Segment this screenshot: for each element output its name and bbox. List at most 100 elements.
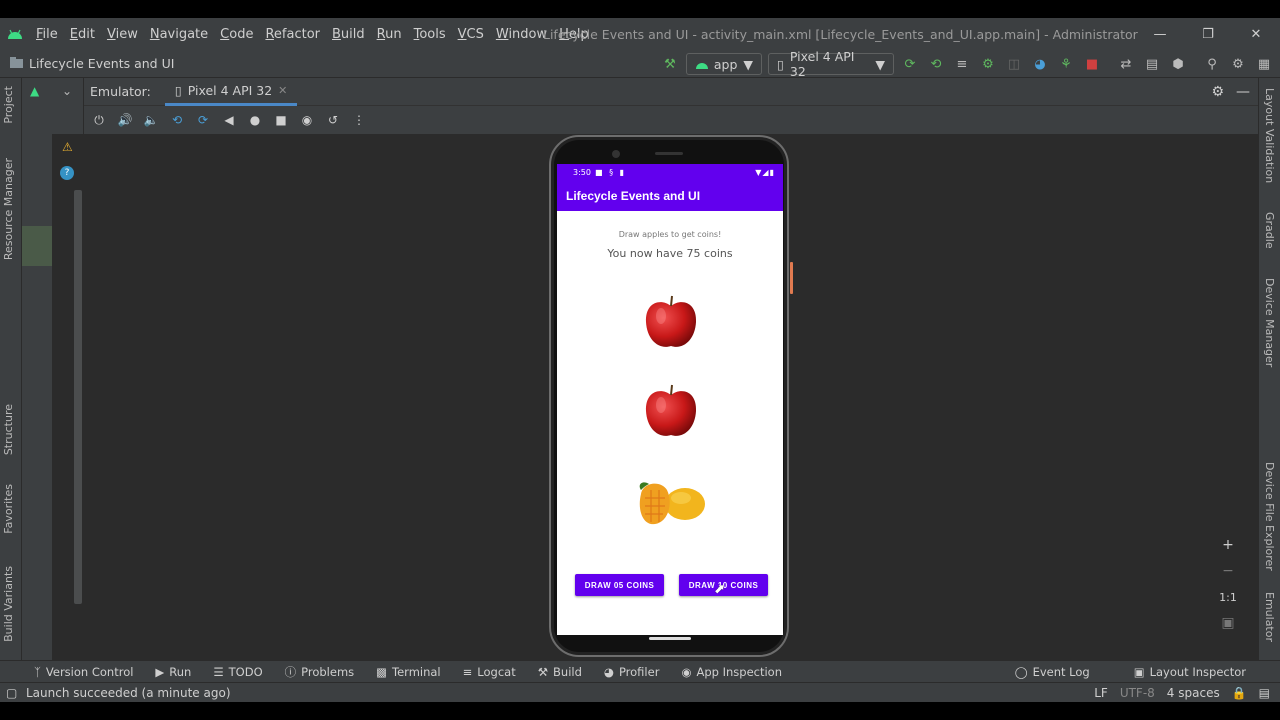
tool-event-log[interactable]: ◯ Event Log [1015, 665, 1090, 679]
menu-vcs[interactable]: VCS [452, 27, 490, 42]
tool-problems[interactable]: ⓘ Problems [285, 664, 355, 680]
draw-05-coins-button[interactable]: DRAW 05 COINS [575, 574, 664, 596]
tool-app-inspection[interactable]: ◉ App Inspection [681, 665, 782, 679]
rotate-right-icon[interactable]: ⟳ [192, 109, 214, 131]
tool-layout-inspector[interactable]: ▣ Layout Inspector [1134, 665, 1246, 679]
tool-logcat[interactable]: ≡ Logcat [463, 665, 516, 679]
warning-icon[interactable]: ⚠ [62, 140, 73, 154]
power-side-button[interactable] [790, 262, 793, 294]
menu-tools[interactable]: Tools [408, 27, 452, 42]
file-encoding[interactable]: UTF-8 [1120, 686, 1155, 700]
tab-emulator[interactable]: Emulator [1263, 592, 1276, 642]
emulator-label: Emulator: [90, 84, 151, 99]
indent-setting[interactable]: 4 spaces [1167, 686, 1220, 700]
tab-device-file-explorer-label: Device File Explorer [1263, 462, 1276, 571]
debug-icon[interactable]: ⚙ [978, 54, 998, 74]
layout-inspector-icon: ▣ [1133, 664, 1145, 679]
camera-icon[interactable]: ◉ [296, 109, 318, 131]
chevron-down-icon[interactable]: ⌄ [62, 84, 72, 98]
device-select[interactable]: ▯ Pixel 4 API 32 ▼ [768, 49, 894, 79]
layout-icon[interactable]: ▢ [6, 686, 17, 700]
tab-structure-label: Structure [2, 404, 15, 456]
speaker-grille [655, 152, 683, 155]
overview-icon[interactable]: ■ [270, 109, 292, 131]
bug-icon[interactable]: ⚘ [1056, 54, 1076, 74]
attach-debugger-icon[interactable]: ◕ [1030, 54, 1050, 74]
zoom-1to1-button[interactable]: 1:1 [1219, 584, 1237, 610]
search-icon[interactable]: ⚲ [1202, 54, 1222, 74]
apply-code-changes-icon[interactable]: ≡ [952, 54, 972, 74]
navigation-bar: Lifecycle Events and UI ⚒ app ▼ ▯ Pixel … [0, 49, 1280, 79]
wifi-battery-icons: ▼◢▮ [755, 167, 775, 177]
apple-image [645, 384, 697, 436]
snapshot-icon[interactable]: ↺ [322, 109, 344, 131]
tab-device-file-explorer[interactable]: Device File Explorer [1263, 462, 1276, 571]
home-gesture-bar[interactable] [649, 637, 691, 640]
close-icon[interactable]: ✕ [1232, 18, 1280, 50]
gear-icon[interactable]: ⚙ [1211, 84, 1224, 100]
menu-view[interactable]: View [101, 27, 144, 42]
menu-navigate[interactable]: Navigate [144, 27, 214, 42]
tab-gradle[interactable]: Gradle [1263, 212, 1276, 249]
hammer-icon[interactable]: ⚒ [660, 54, 680, 74]
tab-resource-manager[interactable]: Resource Manager [2, 158, 15, 260]
gear-icon[interactable]: ⚙ [1228, 54, 1248, 74]
lock-icon[interactable]: 🔒 [1232, 686, 1247, 700]
restore-icon[interactable]: ❐ [1184, 18, 1232, 50]
menu-edit[interactable]: Edit [64, 27, 101, 42]
minimize-panel-icon[interactable]: — [1236, 84, 1250, 100]
status-bar: ▢ Launch succeeded (a minute ago) LF UTF… [0, 682, 1280, 702]
volume-up-icon[interactable]: 🔊 [114, 109, 136, 131]
tool-version-control[interactable]: ᛉ Version Control [34, 665, 133, 679]
zoom-in-button[interactable]: + [1222, 532, 1234, 558]
tab-layout-validation[interactable]: Layout Validation [1263, 88, 1276, 183]
tab-favorites[interactable]: Favorites [2, 484, 15, 534]
device-manager-icon[interactable]: ▤ [1142, 54, 1162, 74]
line-separator[interactable]: LF [1094, 686, 1108, 700]
zoom-out-button[interactable]: − [1222, 558, 1234, 584]
hint-text: Draw apples to get coins! [618, 230, 722, 239]
menu-code[interactable]: Code [214, 27, 259, 42]
run-config-label: app [713, 56, 738, 72]
tool-terminal[interactable]: ▩ Terminal [376, 665, 440, 679]
sdk-manager-icon[interactable]: ⬢ [1168, 54, 1188, 74]
volume-down-icon[interactable]: 🔈 [140, 109, 162, 131]
phone-screen[interactable]: 3:50 ■ § ▮ ▼◢▮ Lifecycle Events and UI D… [557, 164, 783, 635]
back-icon[interactable]: ◀ [218, 109, 240, 131]
tab-build-variants[interactable]: Build Variants [2, 566, 15, 642]
help-icon[interactable]: ? [60, 166, 74, 180]
more-icon[interactable]: ⋮ [348, 109, 370, 131]
hammer-icon: ⚒ [537, 664, 549, 679]
apply-changes-icon[interactable]: ⟲ [926, 54, 946, 74]
run-config-select[interactable]: app ▼ [686, 53, 762, 75]
tab-project[interactable]: Project [2, 86, 15, 124]
fit-screen-icon[interactable]: ▣ [1221, 610, 1234, 636]
power-icon[interactable]: ⏻ [88, 109, 110, 131]
android-icon: ▲ [30, 84, 40, 98]
tab-device-manager[interactable]: Device Manager [1263, 278, 1276, 367]
scrollbar[interactable] [74, 190, 82, 604]
sync-gradle-icon[interactable]: ⇄ [1116, 54, 1136, 74]
tool-profiler[interactable]: ◕ Profiler [604, 665, 660, 679]
tool-run[interactable]: ▶ Run [155, 665, 191, 679]
minimize-icon[interactable]: — [1136, 18, 1184, 50]
menu-build[interactable]: Build [326, 27, 371, 42]
menu-file[interactable]: File [30, 27, 64, 42]
menu-run[interactable]: Run [371, 27, 408, 42]
tab-emulator-device[interactable]: ▯ Pixel 4 API 32 ✕ [164, 78, 298, 106]
stop-icon[interactable]: ■ [1082, 54, 1102, 74]
tool-version-control-label: Version Control [45, 664, 134, 679]
menu-refactor[interactable]: Refactor [259, 27, 326, 42]
tab-structure[interactable]: Structure [2, 404, 15, 455]
zoom-controls: + − 1:1 ▣ [1214, 532, 1242, 636]
account-icon[interactable]: ▦ [1254, 54, 1274, 74]
home-icon[interactable]: ● [244, 109, 266, 131]
profile-icon[interactable]: ◫ [1004, 54, 1024, 74]
memory-icon[interactable]: ▤ [1259, 686, 1270, 700]
breadcrumb[interactable]: Lifecycle Events and UI [10, 56, 174, 71]
tool-todo[interactable]: ☰ TODO [213, 665, 262, 679]
rerun-icon[interactable]: ⟳ [900, 54, 920, 74]
rotate-left-icon[interactable]: ⟲ [166, 109, 188, 131]
close-tab-icon[interactable]: ✕ [278, 84, 287, 97]
tool-build[interactable]: ⚒ Build [538, 665, 582, 679]
